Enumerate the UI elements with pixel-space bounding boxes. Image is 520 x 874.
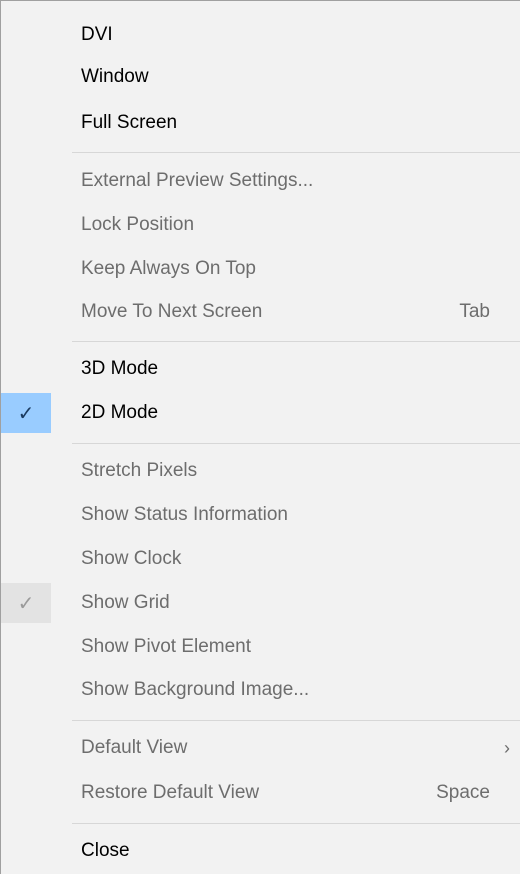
menu-item-move-to-next-screen[interactable]: Move To Next Screen Tab	[1, 292, 520, 332]
menu-separator	[72, 443, 520, 444]
submenu-arrow-icon: ›	[504, 738, 510, 758]
menu-item-label: External Preview Settings...	[81, 170, 314, 191]
menu-item-label: Move To Next Screen	[81, 301, 263, 322]
checkmark-icon: ✓	[1, 583, 51, 623]
menu-item-restore-default-view[interactable]: Restore Default View Space	[1, 773, 520, 813]
menu-item-label: Show Status Information	[81, 504, 288, 525]
menu-item-dvi[interactable]: DVI	[1, 15, 520, 55]
menu-item-keep-always-on-top[interactable]: Keep Always On Top	[1, 249, 520, 289]
menu-item-label: DVI	[81, 24, 113, 45]
menu-item-external-preview-settings[interactable]: External Preview Settings...	[1, 161, 520, 201]
menu-item-show-pivot-element[interactable]: Show Pivot Element	[1, 627, 520, 667]
context-menu: DVI Window Full Screen External Preview …	[0, 0, 520, 874]
menu-separator	[72, 720, 520, 721]
menu-item-stretch-pixels[interactable]: Stretch Pixels	[1, 451, 520, 491]
menu-item-label: Window	[81, 66, 149, 87]
menu-item-label: Show Grid	[81, 592, 170, 613]
menu-item-label: Show Clock	[81, 548, 182, 569]
menu-item-label: Restore Default View	[81, 782, 260, 803]
checkmark-icon: ✓	[1, 393, 51, 433]
menu-item-show-status-information[interactable]: Show Status Information	[1, 495, 520, 535]
shortcut-label: Space	[436, 782, 490, 803]
menu-item-label: Close	[81, 840, 130, 861]
menu-item-label: 3D Mode	[81, 358, 159, 379]
menu-separator	[72, 341, 520, 342]
menu-item-3d-mode[interactable]: 3D Mode	[1, 349, 520, 389]
menu-item-show-grid[interactable]: ✓ Show Grid	[1, 583, 520, 623]
menu-item-default-view[interactable]: Default View ›	[1, 728, 520, 768]
menu-item-label: Show Pivot Element	[81, 636, 252, 657]
menu-item-show-clock[interactable]: Show Clock	[1, 539, 520, 579]
menu-item-2d-mode[interactable]: ✓ 2D Mode	[1, 393, 520, 433]
menu-item-lock-position[interactable]: Lock Position	[1, 205, 520, 245]
menu-item-label: Lock Position	[81, 214, 195, 235]
menu-item-full-screen[interactable]: Full Screen	[1, 103, 520, 143]
menu-item-label: Stretch Pixels	[81, 460, 198, 481]
menu-item-label: Keep Always On Top	[81, 258, 256, 279]
menu-item-label: Show Background Image...	[81, 679, 310, 700]
menu-item-label: 2D Mode	[81, 402, 159, 423]
menu-item-close[interactable]: Close	[1, 831, 520, 871]
menu-item-show-background-image[interactable]: Show Background Image...	[1, 670, 520, 710]
menu-item-label: Full Screen	[81, 112, 178, 133]
menu-separator	[72, 152, 520, 153]
menu-item-window[interactable]: Window	[1, 57, 520, 97]
menu-separator	[72, 823, 520, 824]
shortcut-label: Tab	[459, 301, 490, 322]
menu-item-label: Default View	[81, 737, 188, 758]
